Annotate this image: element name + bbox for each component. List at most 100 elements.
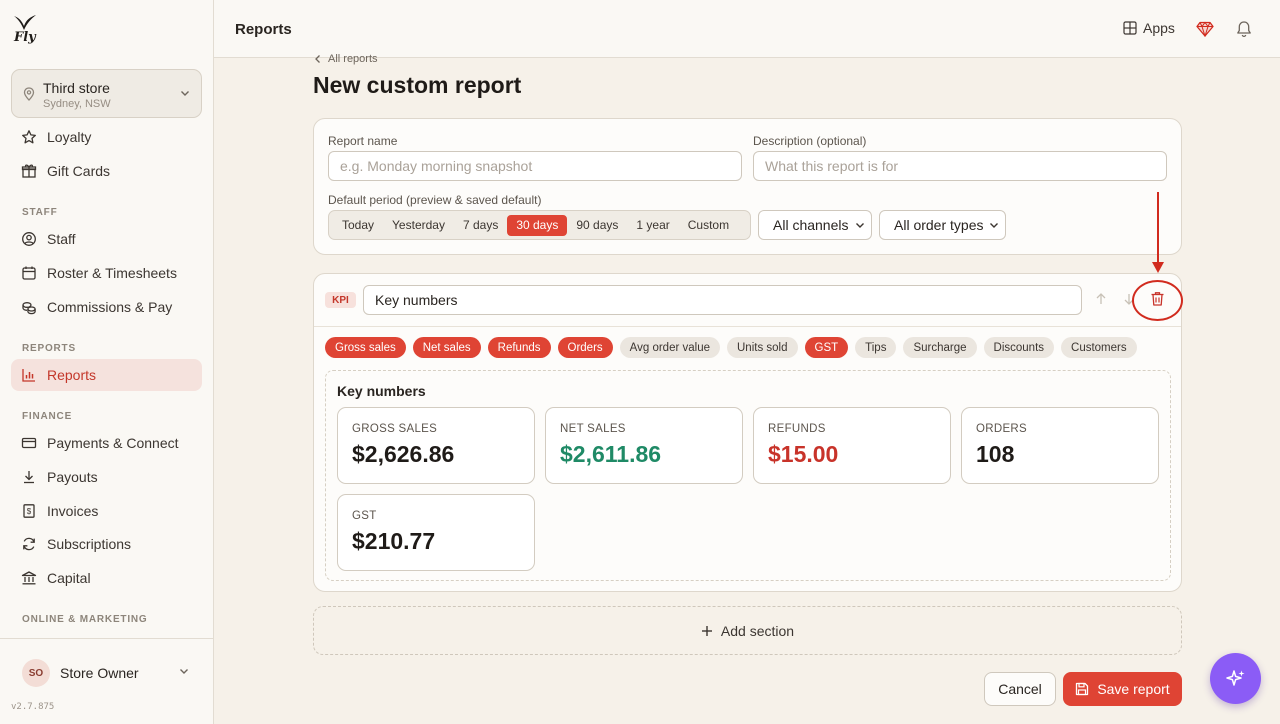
- bell-icon: [1237, 21, 1251, 38]
- section-name-input[interactable]: [363, 285, 1082, 315]
- metric-chip-customers[interactable]: Customers: [1061, 337, 1137, 358]
- metric-chip-avg-order-value[interactable]: Avg order value: [619, 337, 720, 358]
- save-report-label: Save report: [1097, 681, 1170, 697]
- sidebar-item-subscriptions[interactable]: Subscriptions: [11, 528, 202, 560]
- report-name-input[interactable]: [328, 151, 742, 181]
- apps-button[interactable]: Apps: [1123, 20, 1175, 36]
- period-30-days[interactable]: 30 days: [507, 214, 568, 236]
- chevron-down-icon: [181, 91, 189, 96]
- calendar-icon: [21, 265, 37, 281]
- sidebar-item-roster[interactable]: Roster & Timesheets: [11, 257, 202, 289]
- cancel-button[interactable]: Cancel: [984, 672, 1056, 706]
- metric-chip-refunds[interactable]: Refunds: [487, 337, 551, 358]
- sparkle-icon: [1225, 669, 1244, 686]
- channel-select-value: All channels: [773, 217, 849, 233]
- preview-title: Key numbers: [337, 383, 426, 399]
- order-type-select-value: All order types: [894, 217, 984, 233]
- sidebar-item-label: Gift Cards: [47, 163, 111, 179]
- nav-section-staff: STAFF: [22, 207, 58, 218]
- period-yesterday[interactable]: Yesterday: [383, 215, 454, 236]
- kpi-card-orders: ORDERS 108: [961, 407, 1159, 484]
- user-circle-icon: [21, 231, 37, 247]
- period-custom[interactable]: Custom: [679, 215, 738, 236]
- grid-icon: [1123, 21, 1137, 35]
- notifications-button[interactable]: [1236, 20, 1252, 38]
- period-1-year[interactable]: 1 year: [627, 215, 678, 236]
- breadcrumb-link[interactable]: All reports: [328, 53, 378, 65]
- sidebar-item-capital[interactable]: Capital: [11, 562, 202, 594]
- apps-label: Apps: [1143, 20, 1175, 36]
- metric-chip-discounts[interactable]: Discounts: [983, 337, 1055, 358]
- page-title: New custom report: [313, 72, 522, 98]
- store-location: Sydney, NSW: [43, 98, 111, 110]
- invoice-icon: $: [21, 503, 37, 519]
- metric-chip-net-sales[interactable]: Net sales: [412, 337, 481, 358]
- sidebar-item-gift-cards[interactable]: Gift Cards: [11, 155, 202, 187]
- report-settings-card: Report name Description (optional) Defau…: [313, 118, 1182, 255]
- sidebar-item-label: Commissions & Pay: [47, 299, 173, 315]
- sidebar-item-label: Reports: [47, 367, 97, 383]
- move-up-icon[interactable]: [1094, 292, 1108, 306]
- period-90-days[interactable]: 90 days: [567, 215, 627, 236]
- metric-chip-gross-sales[interactable]: Gross sales: [325, 337, 406, 358]
- chevron-down-icon: [990, 223, 998, 228]
- add-section-button[interactable]: Add section: [313, 606, 1182, 655]
- kpi-value: $15.00: [768, 441, 839, 467]
- kpi-card-gst: GST $210.77: [337, 494, 535, 571]
- chevron-down-icon: [180, 669, 188, 674]
- sidebar-item-loyalty[interactable]: Loyalty: [11, 121, 202, 153]
- sidebar-item-label: Staff: [47, 231, 76, 247]
- user-menu[interactable]: SO Store Owner v2.7.875: [0, 638, 214, 724]
- kpi-label: REFUNDS: [768, 423, 826, 435]
- breadcrumb[interactable]: All reports: [314, 53, 378, 65]
- sidebar-item-payments[interactable]: Payments & Connect: [11, 427, 202, 459]
- download-icon: [21, 469, 37, 485]
- nav-section-online-marketing: ONLINE & MARKETING: [22, 614, 148, 625]
- map-pin-icon: [23, 87, 35, 101]
- sidebar-item-staff[interactable]: Staff: [11, 223, 202, 255]
- sidebar-item-label: Capital: [47, 570, 91, 586]
- sidebar-item-label: Payouts: [47, 469, 98, 485]
- annotation-arrow-icon: [1152, 192, 1164, 273]
- avatar: SO: [22, 659, 50, 687]
- description-input[interactable]: [753, 151, 1167, 181]
- period-7-days[interactable]: 7 days: [454, 215, 507, 236]
- period-label: Default period (preview & saved default): [328, 193, 542, 207]
- topbar-title: Reports: [235, 21, 292, 38]
- metric-chips: Gross sales Net sales Refunds Orders Avg…: [325, 337, 1137, 358]
- chevron-left-icon: [315, 55, 320, 63]
- kpi-value: $210.77: [352, 528, 436, 554]
- order-type-select[interactable]: All order types: [879, 210, 1006, 240]
- fly-logo[interactable]: Fly: [12, 14, 38, 46]
- gem-icon: [1196, 21, 1214, 37]
- divider: [314, 326, 1181, 327]
- metric-chip-gst[interactable]: GST: [804, 337, 849, 358]
- bank-icon: [21, 570, 37, 586]
- kpi-label: GST: [352, 510, 377, 522]
- metric-chip-tips[interactable]: Tips: [855, 337, 897, 358]
- coins-icon: [21, 299, 37, 315]
- sidebar-item-payouts[interactable]: Payouts: [11, 461, 202, 493]
- metric-chip-units-sold[interactable]: Units sold: [727, 337, 798, 358]
- top-bar: Reports Apps: [214, 0, 1280, 58]
- period-today[interactable]: Today: [333, 215, 383, 236]
- refresh-icon: [21, 536, 37, 552]
- channel-select[interactable]: All channels: [758, 210, 872, 240]
- metric-chip-surcharge[interactable]: Surcharge: [903, 337, 977, 358]
- kpi-value: $2,611.86: [560, 441, 662, 467]
- kpi-section-card: KPI Gross sales Net sales Refunds Orders…: [313, 273, 1182, 592]
- sidebar-item-reports[interactable]: Reports: [11, 359, 202, 391]
- sidebar-item-commissions[interactable]: Commissions & Pay: [11, 291, 202, 323]
- kpi-card-net-sales: NET SALES $2,611.86: [545, 407, 743, 484]
- sidebar-item-invoices[interactable]: $ Invoices: [11, 495, 202, 527]
- save-icon: [1076, 682, 1089, 696]
- nav-section-finance: FINANCE: [22, 411, 73, 422]
- save-report-button[interactable]: Save report: [1063, 672, 1182, 706]
- sidebar-item-label: Roster & Timesheets: [47, 265, 177, 281]
- section-preview: Key numbers GROSS SALES $2,626.86 NET SA…: [325, 370, 1171, 581]
- plus-icon: [701, 625, 712, 636]
- gem-button[interactable]: [1196, 21, 1214, 37]
- store-selector[interactable]: Third store Sydney, NSW: [11, 69, 202, 118]
- ai-assistant-button[interactable]: [1210, 653, 1261, 704]
- metric-chip-orders[interactable]: Orders: [557, 337, 613, 358]
